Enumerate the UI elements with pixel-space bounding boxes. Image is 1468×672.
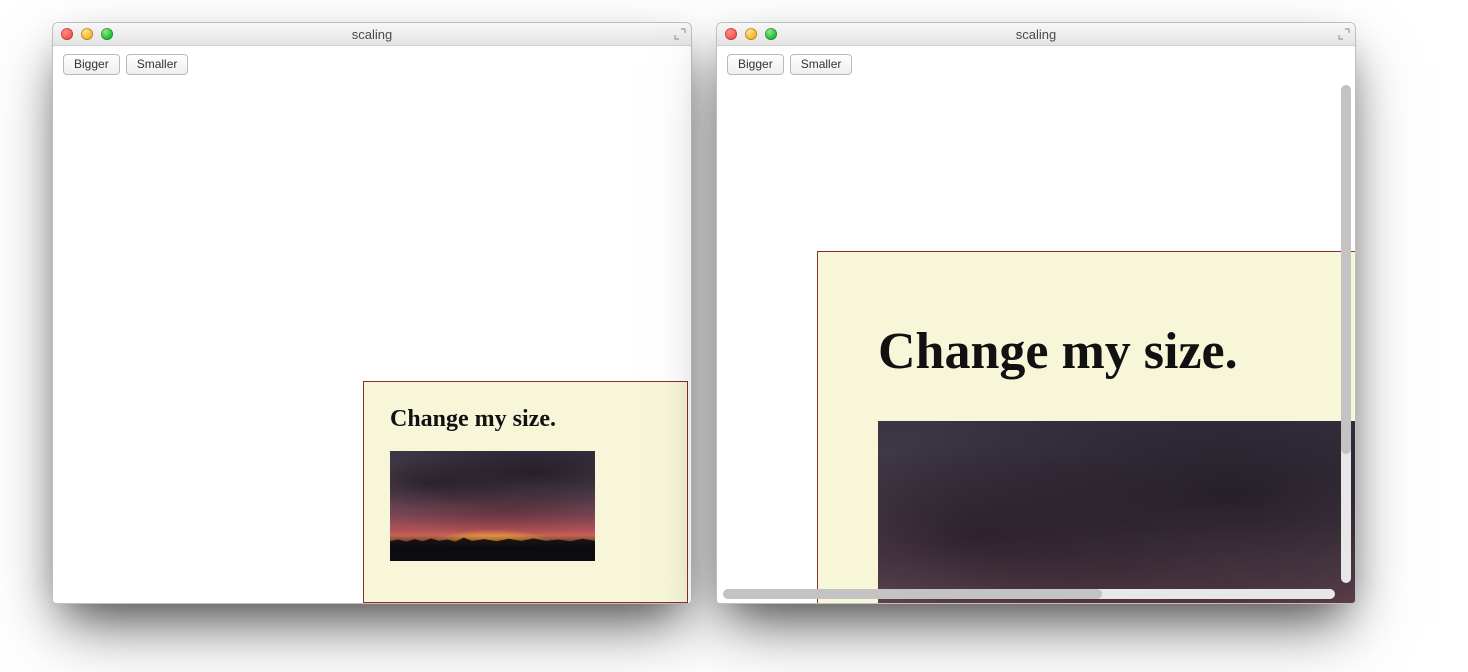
close-icon[interactable]	[725, 28, 737, 40]
minimize-icon[interactable]	[745, 28, 757, 40]
sunset-image	[878, 421, 1355, 603]
app-window: scaling Bigger Smaller Change my size.	[716, 22, 1356, 604]
smaller-button[interactable]: Smaller	[790, 54, 853, 75]
app-window: scaling Bigger Smaller Change my size.	[52, 22, 692, 604]
card-heading: Change my size.	[878, 322, 1355, 381]
zoom-icon[interactable]	[101, 28, 113, 40]
fullscreen-icon[interactable]	[673, 27, 687, 41]
content-card: Change my size.	[363, 381, 688, 603]
sunset-image	[390, 451, 595, 561]
zoom-icon[interactable]	[765, 28, 777, 40]
window-title: scaling	[717, 27, 1355, 42]
horizontal-scrollbar[interactable]	[723, 589, 1335, 599]
bigger-button[interactable]: Bigger	[727, 54, 784, 75]
titlebar[interactable]: scaling	[717, 23, 1355, 46]
toolbar: Bigger Smaller	[717, 46, 1355, 83]
minimize-icon[interactable]	[81, 28, 93, 40]
card-heading: Change my size.	[390, 406, 661, 433]
titlebar[interactable]: scaling	[53, 23, 691, 46]
vertical-scrollbar[interactable]	[1341, 85, 1351, 583]
smaller-button[interactable]: Smaller	[126, 54, 189, 75]
content-viewport[interactable]: Change my size.	[717, 81, 1355, 603]
close-icon[interactable]	[61, 28, 73, 40]
fullscreen-icon[interactable]	[1337, 27, 1351, 41]
content-card: Change my size.	[817, 251, 1355, 603]
window-title: scaling	[53, 27, 691, 42]
content-viewport: Change my size.	[53, 81, 691, 603]
bigger-button[interactable]: Bigger	[63, 54, 120, 75]
toolbar: Bigger Smaller	[53, 46, 691, 83]
